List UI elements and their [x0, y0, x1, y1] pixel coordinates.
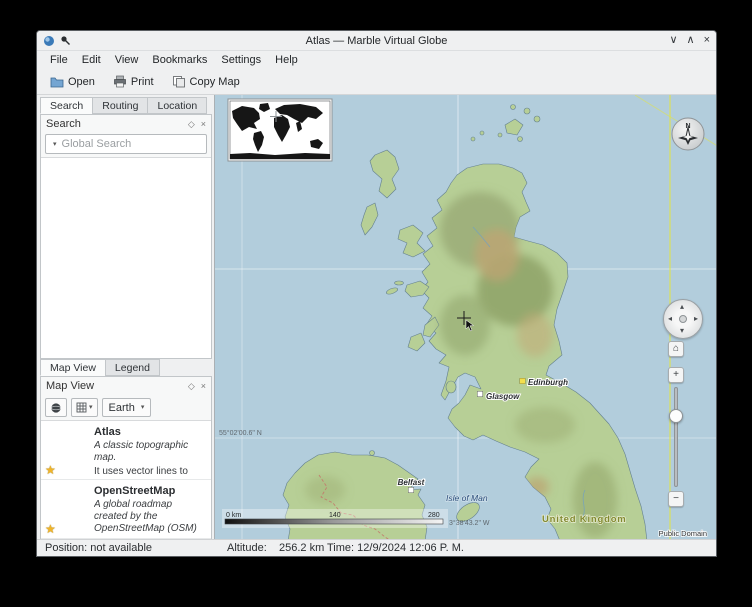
pan-up-icon[interactable]: ▴	[680, 303, 684, 311]
theme-name: Atlas	[94, 426, 205, 439]
compass-icon[interactable]: N	[672, 118, 704, 150]
theme-description: It uses vector lines to mark coastlines,…	[94, 466, 205, 474]
statusbar: Position: not available Altitude: 256.2 …	[37, 539, 716, 556]
longitude-label: 3°38'43.2" W	[449, 519, 490, 527]
pan-control[interactable]: ▴ ▾ ◂ ▸	[663, 299, 703, 339]
theme-name: OpenStreetMap	[94, 485, 205, 498]
toolbar: Open Print Copy Map	[37, 69, 716, 95]
menu-view[interactable]: View	[108, 53, 146, 67]
theme-description: A global roadmap created by the OpenStre…	[94, 499, 205, 533]
grid-view-icon	[76, 402, 87, 413]
pan-down-icon[interactable]: ▾	[680, 327, 684, 335]
map-view-panel: Map View ◇ ×	[40, 376, 212, 541]
zoom-in-button[interactable]: +	[668, 367, 684, 383]
menu-bookmarks[interactable]: Bookmarks	[145, 53, 214, 67]
minimize-icon[interactable]: ∨	[669, 35, 677, 46]
pan-right-icon[interactable]: ▸	[694, 315, 698, 323]
scale-mid: 140	[329, 512, 341, 519]
float-panel-icon[interactable]: ◇	[188, 119, 195, 130]
tab-location[interactable]: Location	[147, 97, 207, 114]
print-icon	[113, 75, 127, 88]
titlebar[interactable]: Atlas — Marble Virtual Globe ∨ ∧ ×	[37, 31, 716, 51]
sidebar: Search Routing Location Search ◇ ×	[37, 95, 214, 541]
overview-map[interactable]	[228, 99, 332, 161]
search-panel-title: Search	[46, 118, 81, 130]
celestial-body-select[interactable]: Earth ▾	[102, 398, 152, 417]
menu-help[interactable]: Help	[268, 53, 305, 67]
menubar: File Edit View Bookmarks Settings Help	[37, 51, 716, 69]
search-input[interactable]	[60, 137, 206, 151]
theme-item-atlas[interactable]: ★ Atlas A classic topographic map. It us…	[41, 421, 211, 480]
status-position: Position: not available	[45, 542, 152, 554]
close-icon[interactable]: ×	[704, 35, 710, 46]
latitude-label: 55°02'00.6" N	[219, 429, 262, 437]
menu-file[interactable]: File	[43, 53, 75, 67]
search-panel: Search ◇ × ▾	[40, 114, 212, 359]
city-label-belfast: Belfast	[398, 478, 425, 487]
panel-tabs-bottom: Map View Legend	[40, 359, 160, 376]
map-view-panel-title: Map View	[46, 380, 94, 392]
zoom-slider-track[interactable]	[674, 387, 678, 487]
print-button[interactable]: Print	[106, 72, 161, 91]
pan-center-dot[interactable]	[679, 315, 687, 323]
search-input-row: ▾	[45, 134, 207, 154]
copy-icon	[172, 75, 186, 88]
favorite-star-icon[interactable]: ★	[45, 464, 56, 476]
map-canvas[interactable]: Glasgow Edinburgh Belfast Isle of Man Un…	[214, 95, 717, 541]
scale-end: 280	[428, 512, 440, 519]
city-label-edinburgh: Edinburgh	[528, 378, 568, 387]
status-altitude-value: 256.2 km	[279, 542, 324, 554]
scale-bar: 0 km 140 280	[222, 509, 448, 528]
close-panel-icon[interactable]: ×	[201, 381, 206, 392]
pan-left-icon[interactable]: ◂	[668, 315, 672, 323]
status-time: Time: 12/9/2024 12:06 P. M.	[327, 542, 464, 554]
search-results-list[interactable]	[41, 157, 211, 358]
menu-settings[interactable]: Settings	[214, 53, 268, 67]
celestial-body-button[interactable]	[45, 398, 67, 417]
search-mode-caret-icon[interactable]: ▾	[53, 141, 57, 148]
view-mode-button[interactable]: ▾	[71, 398, 98, 417]
attribution-label: Public Domain	[659, 529, 707, 538]
tab-legend[interactable]: Legend	[105, 359, 160, 376]
label-united-kingdom: United Kingdom	[542, 514, 627, 525]
map-view-controls: ▾ Earth ▾	[41, 395, 211, 420]
menu-edit[interactable]: Edit	[75, 53, 108, 67]
map-theme-list: ★ Atlas A classic topographic map. It us…	[41, 420, 211, 540]
screenshot-canvas: Atlas — Marble Virtual Globe ∨ ∧ × File …	[0, 0, 752, 607]
status-altitude-label: Altitude:	[227, 542, 267, 554]
copy-map-button[interactable]: Copy Map	[165, 72, 247, 91]
planet-icon	[50, 402, 62, 414]
chevron-down-icon: ▾	[89, 404, 93, 411]
window-title: Atlas — Marble Virtual Globe	[37, 35, 716, 47]
chevron-down-icon: ▾	[141, 404, 145, 411]
favorite-star-icon[interactable]: ★	[45, 523, 56, 535]
marble-window: Atlas — Marble Virtual Globe ∨ ∧ × File …	[36, 30, 717, 557]
home-button[interactable]: ⌂	[668, 341, 684, 357]
maximize-icon[interactable]: ∧	[687, 35, 695, 46]
map-svg[interactable]: Glasgow Edinburgh Belfast Isle of Man Un…	[215, 95, 717, 541]
open-icon	[50, 75, 64, 88]
zoom-slider-handle[interactable]	[669, 409, 683, 423]
zoom-out-button[interactable]: −	[668, 491, 684, 507]
tab-routing[interactable]: Routing	[92, 97, 147, 114]
scale-start: 0 km	[226, 512, 241, 519]
panel-tabs-top: Search Routing Location	[40, 97, 207, 114]
city-label-glasgow: Glasgow	[486, 392, 520, 401]
float-panel-icon[interactable]: ◇	[188, 381, 195, 392]
theme-description: A classic topographic map.	[94, 440, 205, 464]
open-button[interactable]: Open	[43, 72, 102, 91]
tab-search[interactable]: Search	[40, 97, 92, 114]
label-isle-of-man: Isle of Man	[446, 493, 488, 503]
tab-map-view[interactable]: Map View	[40, 359, 105, 376]
theme-item-openstreetmap[interactable]: ★ OpenStreetMap A global roadmap created…	[41, 480, 211, 539]
close-panel-icon[interactable]: ×	[201, 119, 206, 130]
